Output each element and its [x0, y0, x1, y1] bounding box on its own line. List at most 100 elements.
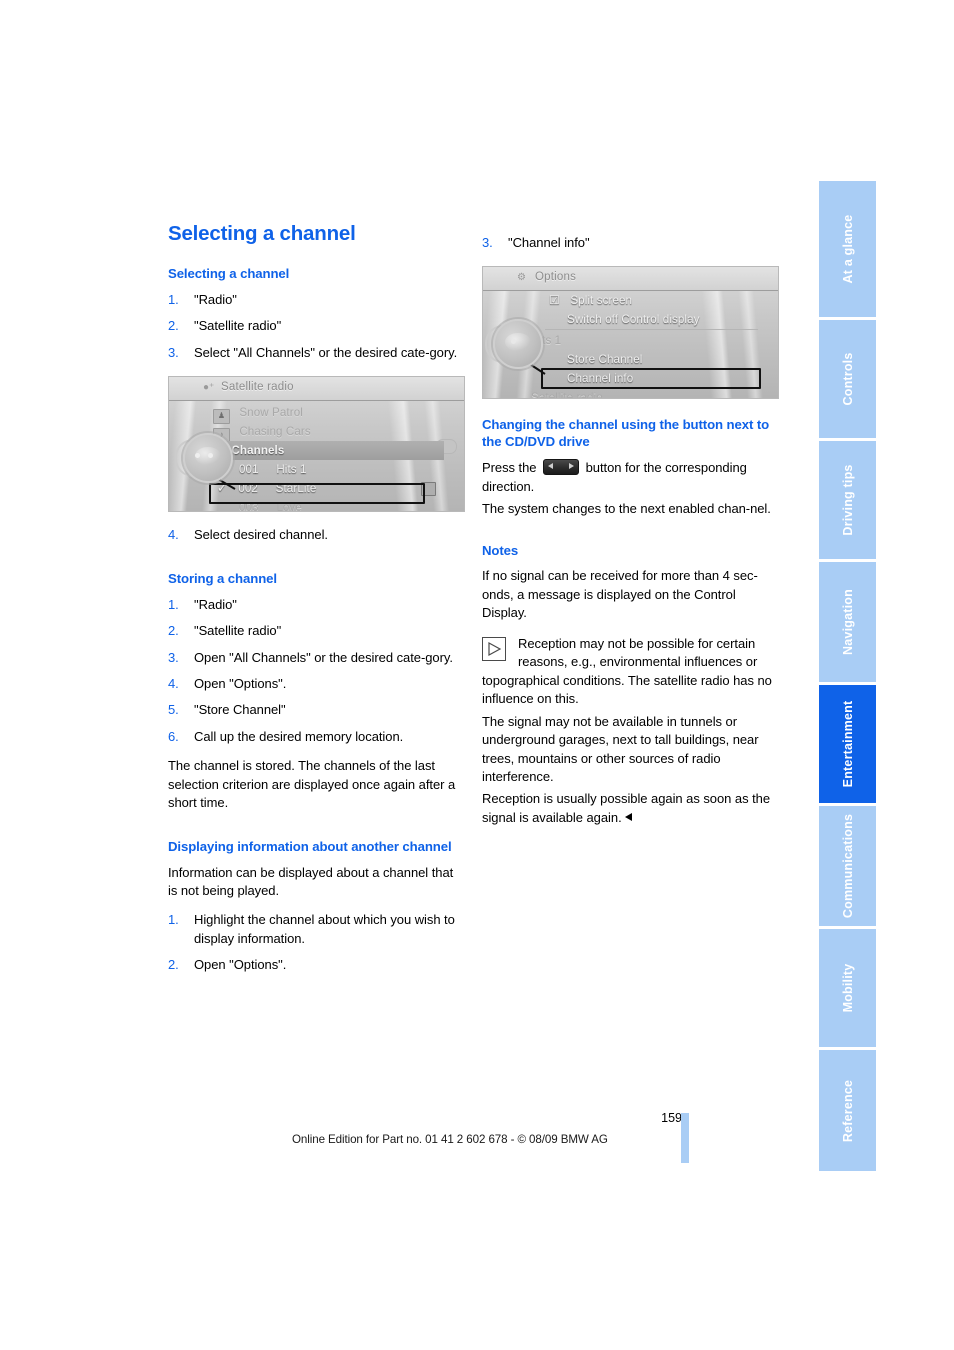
- press-text-before: Press the: [482, 460, 537, 476]
- step-number: 3.: [168, 344, 179, 360]
- row-label: Store Channel: [567, 353, 643, 367]
- paragraph-storing-result: The channel is stored. The channels of t…: [168, 758, 456, 811]
- screenshot-satellite-radio: ●⁺ Satellite radio ♟ Snow Patrol ♪ Chasi…: [168, 376, 465, 513]
- step-number: 3.: [482, 235, 493, 250]
- step-text: Call up the desired memory location.: [194, 728, 404, 744]
- step-text: Open "All Channels" or the desired cate-…: [194, 649, 453, 665]
- row-label: Hits 1: [531, 334, 562, 348]
- manual-page: Selecting a channel Selecting a channel …: [0, 0, 954, 1350]
- section-heading-notes: Notes: [482, 542, 519, 558]
- list-row-switch-off-display: Switch off Control display: [545, 310, 758, 329]
- steps-displaying-info: 1. Highlight the channel about which you…: [168, 911, 465, 974]
- sidebar-item-navigation[interactable]: Navigation: [819, 562, 876, 685]
- sidebar-item-at-a-glance[interactable]: At a glance: [819, 181, 876, 320]
- row-index: 001: [239, 463, 259, 477]
- list-row-all-channels: All Channels: [209, 441, 444, 461]
- sidebar-item-label: At a glance: [840, 214, 855, 284]
- sidebar-item-communications[interactable]: Communications: [819, 806, 876, 929]
- step-text: "Satellite radio": [194, 623, 282, 639]
- sidebar-item-reference[interactable]: Reference: [819, 1050, 876, 1171]
- step-number: 1.: [168, 912, 179, 928]
- step-number: 4.: [168, 675, 179, 691]
- list-item: 4. Select desired channel.: [168, 526, 465, 544]
- page-number: 159: [661, 1111, 682, 1125]
- step-number: 2.: [168, 318, 179, 334]
- list-row-store-channel: Store Channel: [545, 350, 758, 369]
- list-item: 2. "Satellite radio": [168, 622, 465, 640]
- note-paragraph-2: Reception may not be possible for certai…: [482, 635, 772, 707]
- screenshot-header-bar: ●⁺ Satellite radio: [169, 377, 464, 402]
- list-row-track: ♪ Chasing Cars: [213, 422, 444, 444]
- sidebar-item-mobility[interactable]: Mobility: [819, 929, 876, 1050]
- list-row-channel-003: 003 Love: [213, 498, 444, 513]
- right-column: 3. "Channel info" ⚙ Options ☑ Split scre…: [482, 222, 779, 831]
- left-column: Selecting a channel Selecting a channel …: [168, 222, 465, 983]
- step-text: "Channel info": [508, 235, 590, 250]
- list-item: 3. "Channel info": [482, 234, 779, 252]
- steps-selecting-a-channel: 1. "Radio" 2. "Satellite radio" 3. Selec…: [168, 291, 465, 362]
- section-heading-displaying-info: Displaying information about another cha…: [168, 838, 452, 854]
- list-item: 2. Open "Options".: [168, 956, 465, 974]
- paragraph-press-button: Press the button for the corresponding d…: [482, 459, 779, 496]
- list-item: 3. Open "All Channels" or the desired ca…: [168, 649, 465, 667]
- step-text: "Satellite radio": [194, 318, 282, 334]
- sidebar-item-label: Reference: [840, 1079, 855, 1142]
- sidebar-item-driving-tips[interactable]: Driving tips: [819, 441, 876, 562]
- list-row-channel-002: ✓ 002 StarLite: [213, 479, 444, 498]
- row-label: Hits 1: [276, 463, 307, 477]
- step-text: Select "All Channels" or the desired cat…: [194, 344, 458, 360]
- sidebar-item-label: Entertainment: [840, 700, 855, 788]
- list-item: 1. Highlight the channel about which you…: [168, 911, 465, 948]
- screenshot-options: ⚙ Options ☑ Split screen Switch off Cont…: [482, 266, 779, 400]
- step-number: 2.: [168, 623, 179, 639]
- section-heading-storing: Storing a channel: [168, 570, 277, 586]
- sidebar-item-label: Communications: [840, 813, 855, 919]
- step-text: "Store Channel": [194, 702, 286, 718]
- step-number: 1.: [168, 596, 179, 612]
- screenshot-list: ♟ Snow Patrol ♪ Chasing Cars All Channel…: [209, 403, 444, 513]
- step-number: 5.: [168, 702, 179, 718]
- step-number: 3.: [168, 649, 179, 665]
- step-number: 4.: [168, 527, 179, 543]
- paragraph-displaying-info: Information can be displayed about a cha…: [168, 864, 454, 899]
- list-item: 5. "Store Channel": [168, 701, 465, 719]
- side-navigation-tabs: At a glance Controls Driving tips Naviga…: [819, 181, 876, 1171]
- list-item: 6. Call up the desired memory location.: [168, 728, 465, 746]
- row-index: 002: [238, 482, 258, 496]
- steps-storing-a-channel: 1. "Radio" 2. "Satellite radio" 3. Open …: [168, 596, 465, 747]
- step-text: "Radio": [194, 291, 237, 307]
- page-marker-bar: [681, 1113, 689, 1163]
- step-text: "Radio": [194, 596, 237, 612]
- step-text: Highlight the channel about which you wi…: [194, 912, 455, 946]
- note-paragraph-3: The signal may not be available in tunne…: [482, 713, 759, 785]
- sidebar-item-label: Driving tips: [840, 464, 855, 536]
- screenshot-header-bar: ⚙ Options: [483, 267, 778, 292]
- step-text: Open "Options".: [194, 675, 287, 691]
- checkmark-icon: ✓: [217, 481, 228, 496]
- row-label: Switch off Control display: [567, 313, 700, 327]
- paragraph-system-changes: The system changes to the next enabled c…: [482, 501, 771, 517]
- note-paragraph-4: Reception is usually possible again as s…: [482, 790, 779, 827]
- section-heading-selecting: Selecting a channel: [168, 266, 290, 281]
- sidebar-item-label: Mobility: [840, 963, 855, 1013]
- screenshot-list: ☑ Split screen Switch off Control displa…: [531, 291, 758, 398]
- step-text: Open "Options".: [194, 957, 287, 973]
- section-heading-cd-dvd-button: Changing the channel using the button ne…: [482, 417, 770, 450]
- note-block-reception: Reception may not be possible for certai…: [482, 635, 779, 709]
- list-item: 1. "Radio": [168, 596, 465, 614]
- list-row-hits1: Hits 1: [531, 329, 758, 350]
- list-row-split-screen: ☑ Split screen: [545, 291, 758, 310]
- sidebar-item-entertainment[interactable]: Entertainment: [819, 685, 876, 806]
- row-label: Chasing Cars: [239, 425, 311, 439]
- list-item: 1. "Radio": [168, 291, 465, 309]
- list-item: 4. Open "Options".: [168, 675, 465, 693]
- note-paragraph-1: If no signal can be received for more th…: [482, 568, 758, 621]
- list-row-channel-001: 001 Hits 1: [213, 460, 444, 479]
- triangle-note-icon: [482, 636, 506, 661]
- cd-dvd-rocker-button-icon: [543, 459, 580, 476]
- list-item: 2. "Satellite radio": [168, 317, 465, 335]
- row-index: 003: [239, 501, 259, 513]
- row-label: Satellite radio: [531, 391, 603, 400]
- screenshot-header-label: Satellite radio: [221, 381, 294, 394]
- sidebar-item-controls[interactable]: Controls: [819, 320, 876, 441]
